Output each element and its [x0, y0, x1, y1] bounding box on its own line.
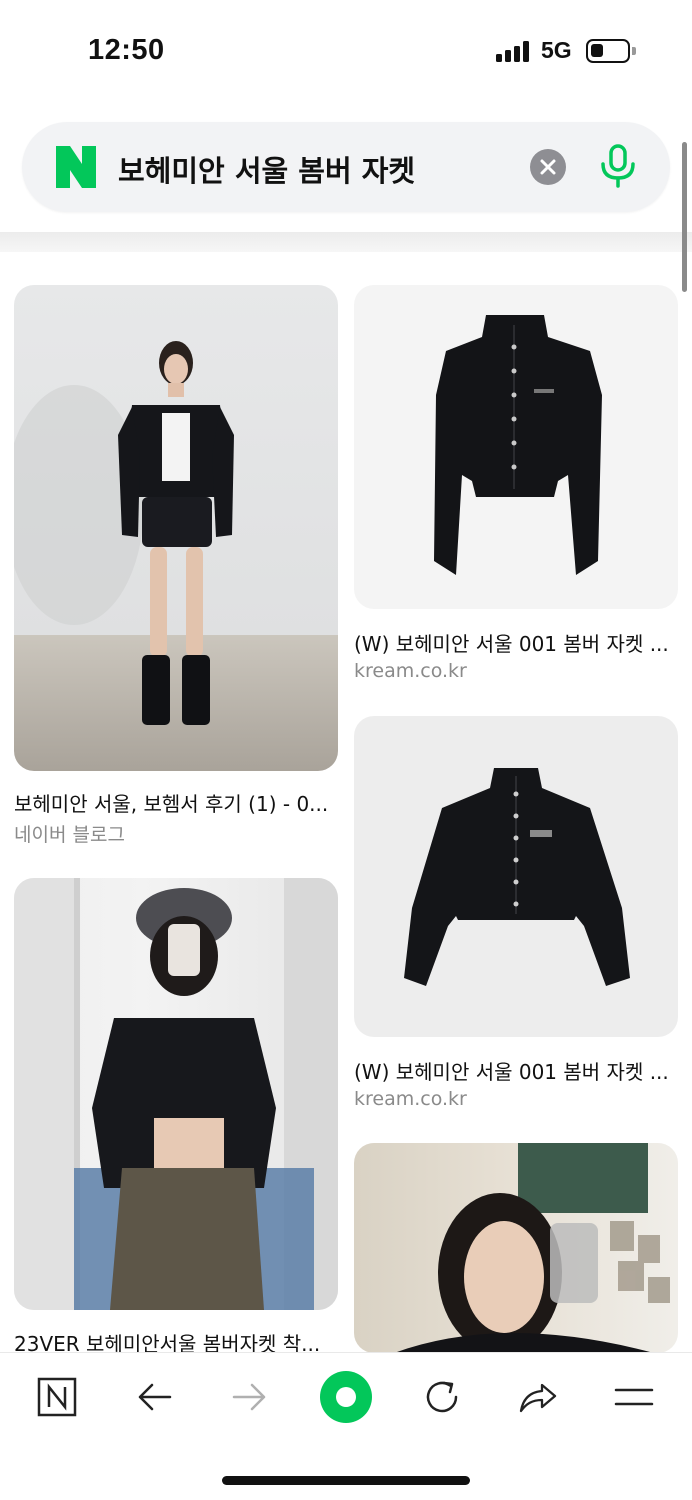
result-source-3[interactable]: kream.co.kr	[354, 1088, 467, 1110]
result-image-2[interactable]	[354, 285, 678, 609]
result-caption-2[interactable]: (W) 보헤미안 서울 001 봄버 자켓 ...	[354, 628, 678, 657]
status-bar: 12:50 5G	[0, 0, 692, 100]
home-indicator[interactable]	[222, 1476, 470, 1485]
naver-n-icon[interactable]	[56, 146, 96, 188]
battery-icon	[586, 39, 636, 63]
naver-home-icon[interactable]	[37, 1377, 77, 1417]
section-divider	[0, 232, 692, 252]
menu-icon[interactable]	[614, 1377, 654, 1417]
network-type: 5G	[541, 37, 572, 63]
result-image-3[interactable]	[354, 716, 678, 1037]
reload-icon[interactable]	[422, 1377, 462, 1417]
result-source-1[interactable]: 네이버 블로그	[14, 820, 125, 847]
share-icon[interactable]	[518, 1377, 558, 1417]
scrollbar[interactable]	[682, 142, 687, 292]
result-image-1[interactable]	[14, 285, 338, 771]
search-bar[interactable]: 보헤미안 서울 봄버 자켓	[22, 122, 670, 212]
green-dot-icon[interactable]	[320, 1371, 372, 1423]
result-image-4[interactable]	[14, 878, 338, 1310]
signal-icon	[496, 40, 532, 62]
result-caption-3[interactable]: (W) 보헤미안 서울 001 봄버 자켓 ...	[354, 1056, 678, 1085]
clear-icon[interactable]	[530, 149, 566, 185]
status-time: 12:50	[88, 34, 165, 66]
result-source-2[interactable]: kream.co.kr	[354, 660, 467, 682]
forward-arrow-icon[interactable]	[230, 1377, 270, 1417]
result-caption-1[interactable]: 보헤미안 서울, 보헴서 후기 (1) - 0...	[14, 788, 338, 817]
back-arrow-icon[interactable]	[134, 1377, 174, 1417]
search-query[interactable]: 보헤미안 서울 봄버 자켓	[118, 148, 415, 190]
microphone-icon[interactable]	[598, 144, 638, 190]
result-image-5[interactable]	[354, 1143, 678, 1353]
